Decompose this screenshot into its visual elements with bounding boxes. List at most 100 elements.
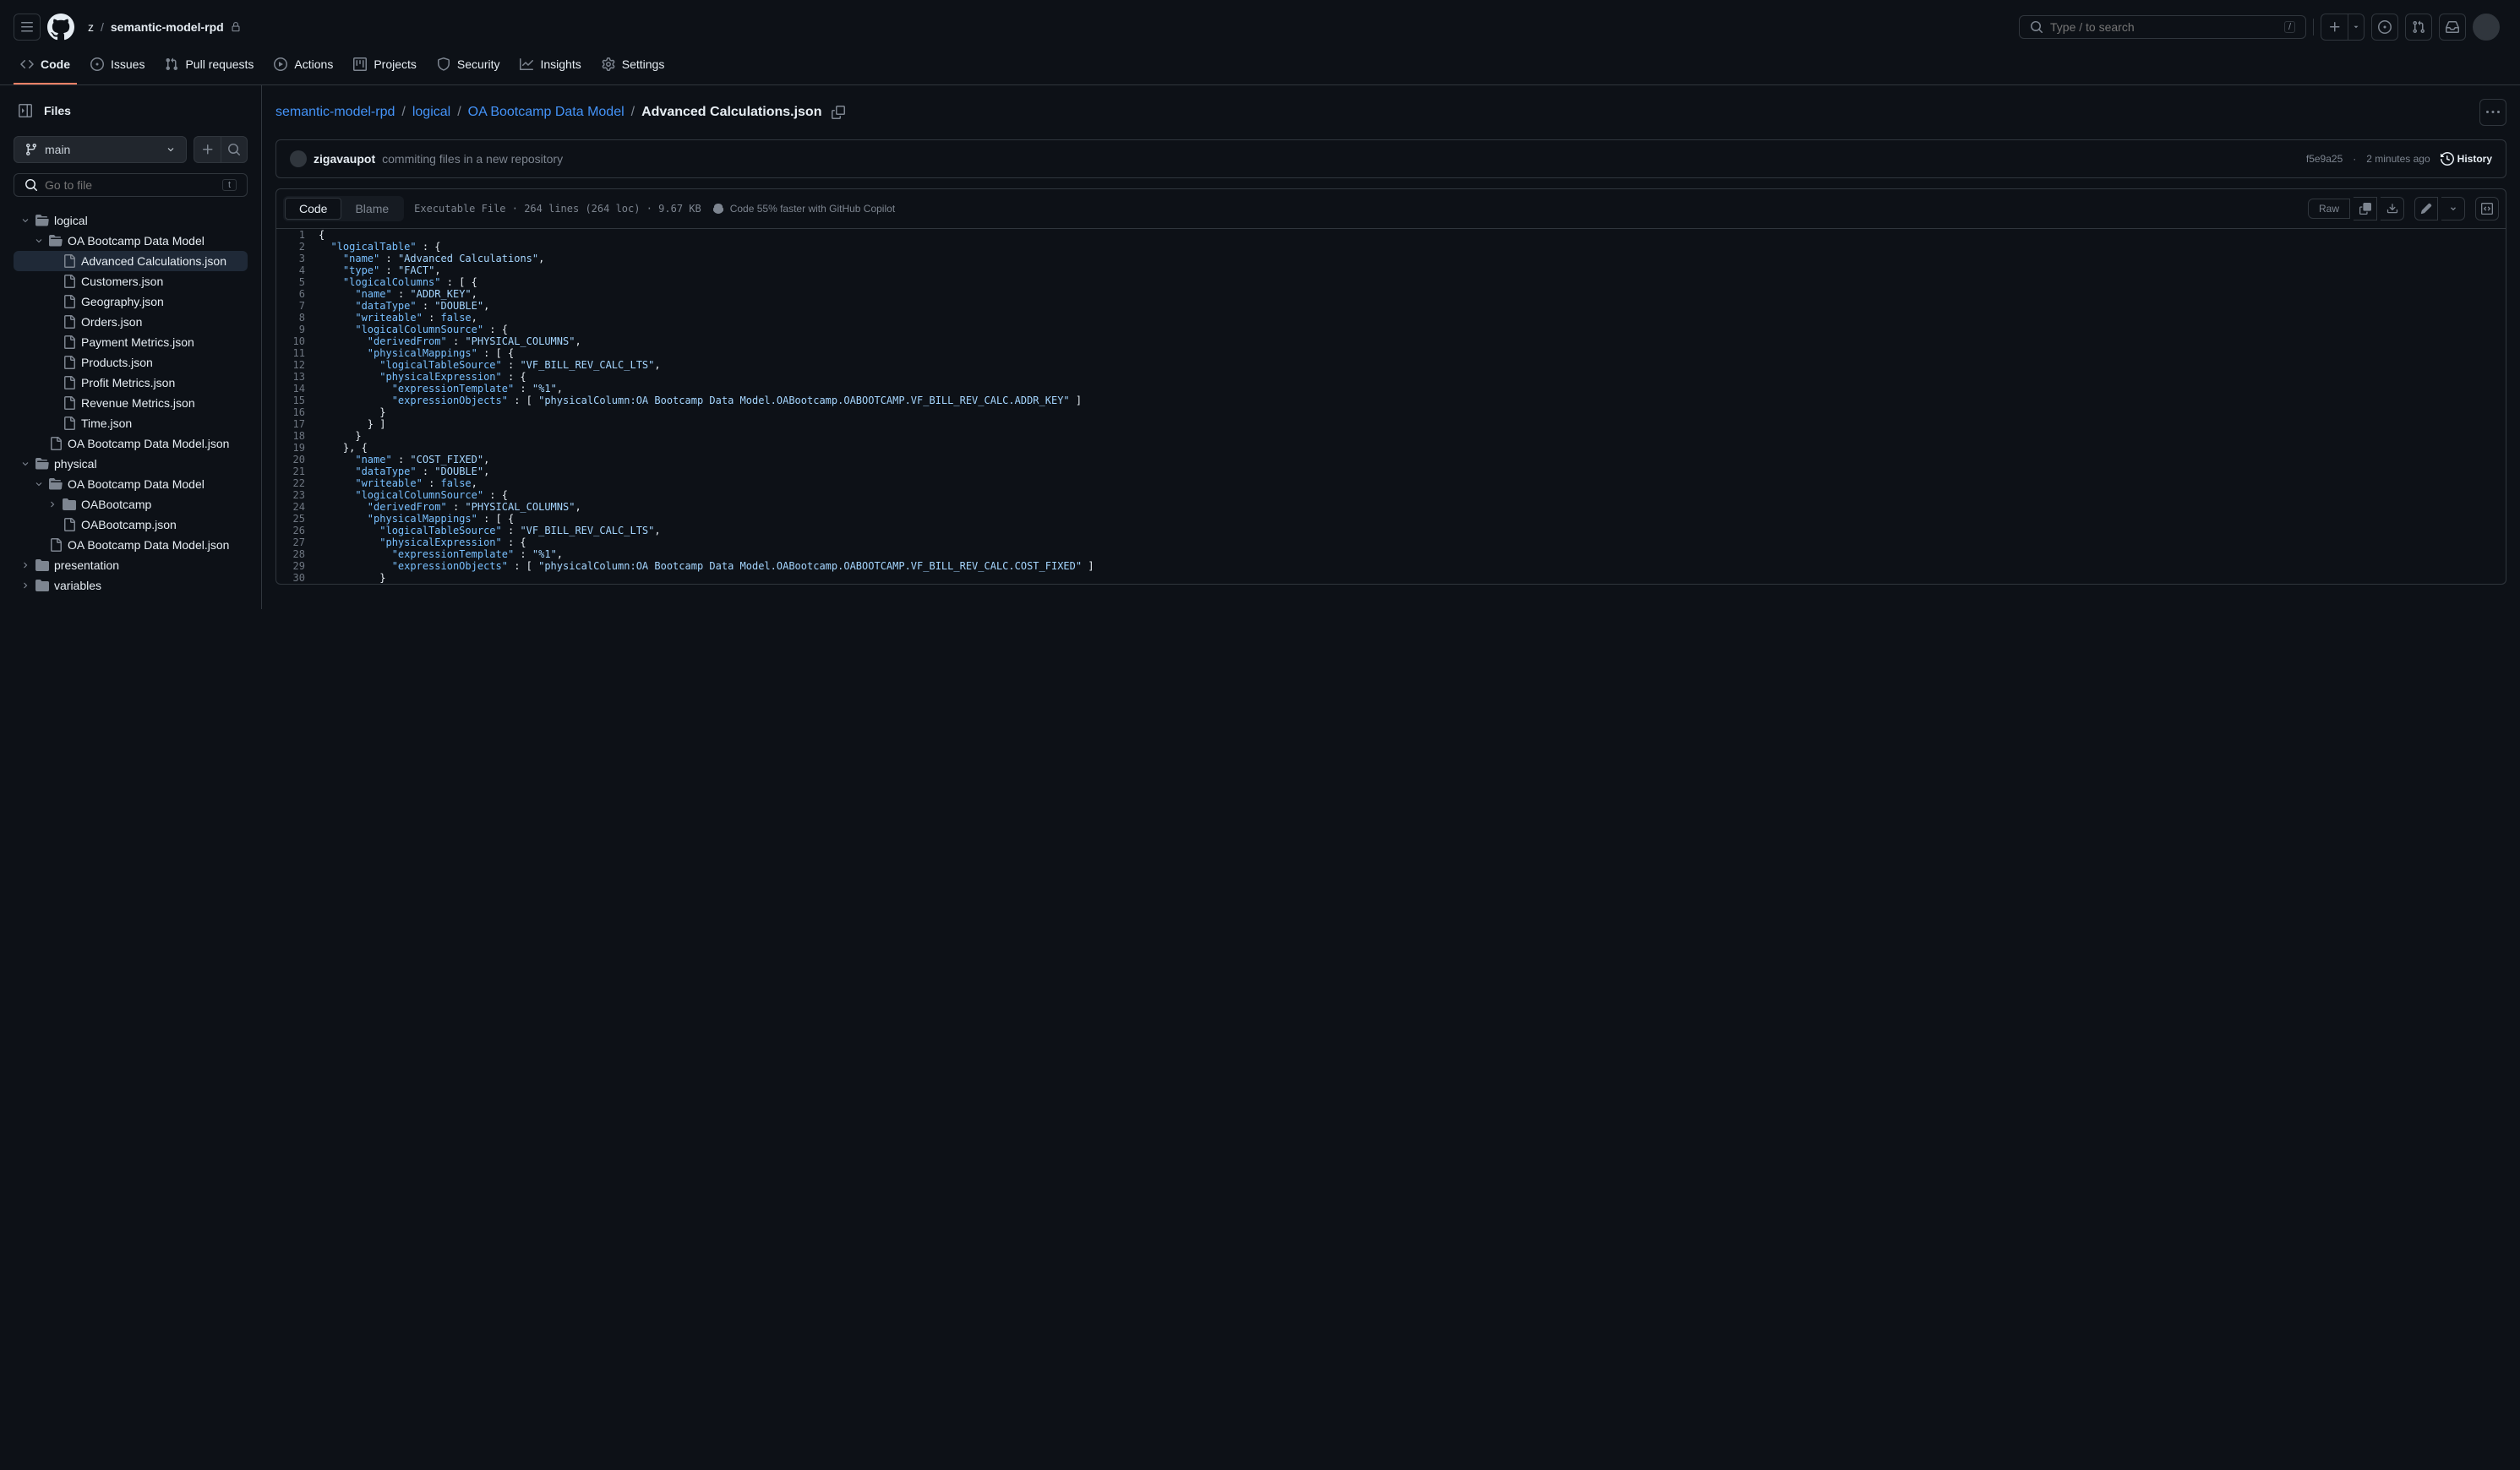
line-content[interactable]: "expressionTemplate" : "%1", bbox=[319, 548, 2506, 560]
line-number[interactable]: 4 bbox=[276, 264, 319, 276]
folder-presentation[interactable]: presentation bbox=[14, 555, 248, 575]
tab-pulls[interactable]: Pull requests bbox=[158, 51, 260, 84]
line-number[interactable]: 6 bbox=[276, 288, 319, 300]
sidebar-collapse-button[interactable] bbox=[14, 99, 37, 122]
search-files-button[interactable] bbox=[221, 136, 248, 163]
pulls-button[interactable] bbox=[2405, 14, 2432, 41]
line-number[interactable]: 13 bbox=[276, 371, 319, 383]
line-content[interactable]: "derivedFrom" : "PHYSICAL_COLUMNS", bbox=[319, 335, 2506, 347]
line-content[interactable]: "name" : "Advanced Calculations", bbox=[319, 253, 2506, 264]
hamburger-menu-button[interactable] bbox=[14, 14, 41, 41]
line-content[interactable]: }, { bbox=[319, 442, 2506, 454]
commit-author[interactable]: zigavaupot bbox=[314, 152, 375, 166]
breadcrumb-model[interactable]: OA Bootcamp Data Model bbox=[468, 105, 625, 120]
line-content[interactable]: } bbox=[319, 572, 2506, 584]
line-content[interactable]: "physicalExpression" : { bbox=[319, 536, 2506, 548]
raw-button[interactable]: Raw bbox=[2308, 199, 2350, 219]
line-number[interactable]: 29 bbox=[276, 560, 319, 572]
line-content[interactable]: "expressionTemplate" : "%1", bbox=[319, 383, 2506, 395]
line-content[interactable]: } ] bbox=[319, 418, 2506, 430]
folder-logical[interactable]: logical bbox=[14, 210, 248, 231]
tab-insights[interactable]: Insights bbox=[513, 51, 587, 84]
folder-oa-bootcamp-2[interactable]: OA Bootcamp Data Model bbox=[14, 474, 248, 494]
line-number[interactable]: 19 bbox=[276, 442, 319, 454]
file-search-input[interactable] bbox=[45, 178, 215, 192]
file-item[interactable]: Advanced Calculations.json bbox=[14, 251, 248, 271]
tab-projects[interactable]: Projects bbox=[346, 51, 423, 84]
line-number[interactable]: 1 bbox=[276, 229, 319, 241]
line-number[interactable]: 5 bbox=[276, 276, 319, 288]
line-content[interactable]: "physicalExpression" : { bbox=[319, 371, 2506, 383]
tab-security[interactable]: Security bbox=[430, 51, 507, 84]
search-input[interactable] bbox=[2050, 20, 2277, 34]
line-number[interactable]: 27 bbox=[276, 536, 319, 548]
line-number[interactable]: 14 bbox=[276, 383, 319, 395]
line-content[interactable]: { bbox=[319, 229, 2506, 241]
create-new-button[interactable] bbox=[2321, 14, 2348, 41]
line-number[interactable]: 18 bbox=[276, 430, 319, 442]
folder-variables[interactable]: variables bbox=[14, 575, 248, 596]
avatar[interactable] bbox=[2473, 14, 2500, 41]
line-content[interactable]: "logicalColumns" : [ { bbox=[319, 276, 2506, 288]
tab-settings[interactable]: Settings bbox=[595, 51, 672, 84]
add-file-button[interactable] bbox=[194, 136, 221, 163]
file-item[interactable]: Customers.json bbox=[14, 271, 248, 291]
line-content[interactable]: "dataType" : "DOUBLE", bbox=[319, 300, 2506, 312]
line-content[interactable]: "logicalTable" : { bbox=[319, 241, 2506, 253]
line-number[interactable]: 7 bbox=[276, 300, 319, 312]
folder-physical[interactable]: physical bbox=[14, 454, 248, 474]
line-content[interactable]: "expressionObjects" : [ "physicalColumn:… bbox=[319, 395, 2506, 406]
file-item[interactable]: OABootcamp.json bbox=[14, 514, 248, 535]
line-number[interactable]: 10 bbox=[276, 335, 319, 347]
history-link[interactable]: History bbox=[2441, 152, 2492, 166]
branch-selector[interactable]: main bbox=[14, 136, 187, 163]
create-new-dropdown[interactable] bbox=[2348, 14, 2365, 41]
edit-dropdown[interactable] bbox=[2441, 197, 2465, 220]
edit-button[interactable] bbox=[2414, 197, 2438, 220]
line-number[interactable]: 3 bbox=[276, 253, 319, 264]
line-content[interactable]: "logicalColumnSource" : { bbox=[319, 324, 2506, 335]
line-number[interactable]: 20 bbox=[276, 454, 319, 466]
line-number[interactable]: 26 bbox=[276, 525, 319, 536]
file-item[interactable]: Time.json bbox=[14, 413, 248, 433]
toggle-code[interactable]: Code bbox=[285, 198, 341, 220]
line-content[interactable]: "type" : "FACT", bbox=[319, 264, 2506, 276]
notifications-button[interactable] bbox=[2439, 14, 2466, 41]
line-content[interactable]: "logicalColumnSource" : { bbox=[319, 489, 2506, 501]
line-number[interactable]: 21 bbox=[276, 466, 319, 477]
line-number[interactable]: 23 bbox=[276, 489, 319, 501]
copilot-banner[interactable]: Code 55% faster with GitHub Copilot bbox=[712, 202, 895, 215]
line-content[interactable]: "name" : "ADDR_KEY", bbox=[319, 288, 2506, 300]
line-number[interactable]: 17 bbox=[276, 418, 319, 430]
file-item[interactable]: Geography.json bbox=[14, 291, 248, 312]
copy-button[interactable] bbox=[2354, 197, 2377, 220]
folder-oabootcamp[interactable]: OABootcamp bbox=[14, 494, 248, 514]
line-number[interactable]: 15 bbox=[276, 395, 319, 406]
line-number[interactable]: 9 bbox=[276, 324, 319, 335]
breadcrumb-repo[interactable]: semantic-model-rpd bbox=[275, 105, 395, 120]
copy-path-button[interactable] bbox=[832, 106, 845, 119]
line-content[interactable]: "writeable" : false, bbox=[319, 477, 2506, 489]
line-number[interactable]: 25 bbox=[276, 513, 319, 525]
line-number[interactable]: 28 bbox=[276, 548, 319, 560]
line-content[interactable]: "expressionObjects" : [ "physicalColumn:… bbox=[319, 560, 2506, 572]
line-number[interactable]: 16 bbox=[276, 406, 319, 418]
tab-actions[interactable]: Actions bbox=[267, 51, 340, 84]
file-item[interactable]: Products.json bbox=[14, 352, 248, 373]
line-number[interactable]: 24 bbox=[276, 501, 319, 513]
issues-button[interactable] bbox=[2371, 14, 2398, 41]
global-search[interactable]: / bbox=[2019, 15, 2306, 39]
repo-link[interactable]: semantic-model-rpd bbox=[111, 20, 224, 34]
file-item[interactable]: Profit Metrics.json bbox=[14, 373, 248, 393]
line-number[interactable]: 30 bbox=[276, 572, 319, 584]
commit-message[interactable]: commiting files in a new repository bbox=[382, 152, 563, 166]
file-item[interactable]: OA Bootcamp Data Model.json bbox=[14, 535, 248, 555]
more-actions-button[interactable] bbox=[2479, 99, 2506, 126]
download-button[interactable] bbox=[2381, 197, 2404, 220]
file-item[interactable]: Payment Metrics.json bbox=[14, 332, 248, 352]
toggle-blame[interactable]: Blame bbox=[341, 198, 402, 220]
line-content[interactable]: "derivedFrom" : "PHYSICAL_COLUMNS", bbox=[319, 501, 2506, 513]
commit-avatar[interactable] bbox=[290, 150, 307, 167]
owner-link[interactable]: z bbox=[88, 20, 94, 34]
line-content[interactable]: "logicalTableSource" : "VF_BILL_REV_CALC… bbox=[319, 359, 2506, 371]
